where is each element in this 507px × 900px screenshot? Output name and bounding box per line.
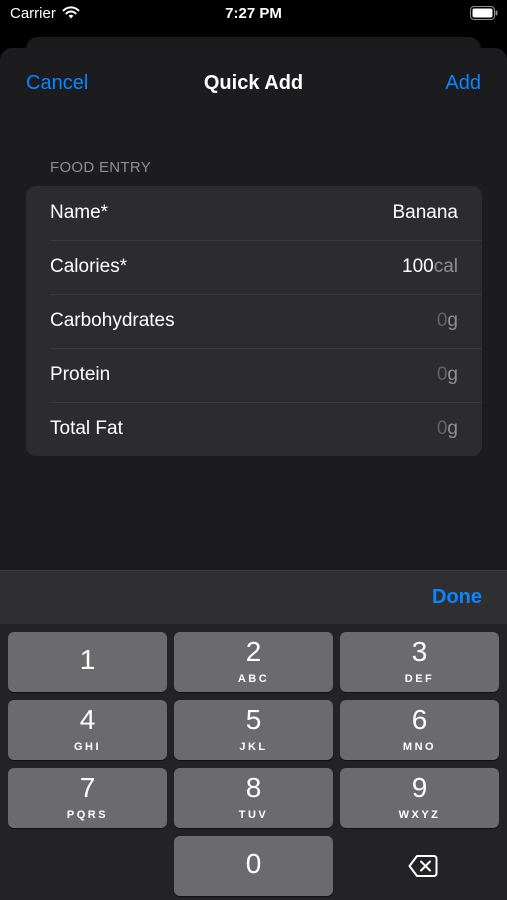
number-keyboard: Done 1 2 ABC 3 DEF 4 GHI 5 JKL 6 MNO 7 P… xyxy=(0,570,507,900)
key-digit: 6 xyxy=(411,704,428,735)
delete-backspace-icon xyxy=(408,855,438,877)
key-letters: JKL xyxy=(239,741,268,753)
carbohydrates-unit: g xyxy=(447,310,458,331)
key-6[interactable]: 6 MNO xyxy=(340,700,499,760)
clock: 7:27 PM xyxy=(225,5,282,22)
calories-value: 100 xyxy=(402,256,434,277)
carbohydrates-row[interactable]: Carbohydrates 0g xyxy=(26,294,482,348)
protein-unit: g xyxy=(447,364,458,385)
total-fat-unit: g xyxy=(447,418,458,439)
keyboard-accessory-bar: Done xyxy=(0,570,507,624)
calories-field[interactable]: 100cal xyxy=(402,256,458,278)
protein-row[interactable]: Protein 0g xyxy=(26,348,482,402)
battery-icon xyxy=(470,6,498,20)
name-row[interactable]: Name* Banana xyxy=(26,186,482,240)
status-bar: Carrier 7:27 PM xyxy=(0,0,507,30)
carbohydrates-placeholder: 0 xyxy=(436,310,448,331)
navigation-bar: Cancel Quick Add Add xyxy=(0,48,507,120)
key-digit: 1 xyxy=(79,644,96,675)
total-fat-label: Total Fat xyxy=(50,418,123,439)
name-label: Name* xyxy=(50,202,109,223)
calories-unit: cal xyxy=(433,256,458,277)
carbohydrates-label: Carbohydrates xyxy=(50,310,175,331)
total-fat-row[interactable]: Total Fat 0g xyxy=(26,402,482,456)
total-fat-field[interactable]: 0g xyxy=(437,418,458,440)
key-8[interactable]: 8 TUV xyxy=(174,768,333,828)
key-9[interactable]: 9 WXYZ xyxy=(340,768,499,828)
key-4[interactable]: 4 GHI xyxy=(8,700,167,760)
total-fat-placeholder: 0 xyxy=(436,418,448,439)
done-button[interactable]: Done xyxy=(432,586,482,609)
screen: Carrier 7:27 PM Cancel Quick Add Add FOO… xyxy=(0,0,507,900)
key-digit: 5 xyxy=(245,704,262,735)
key-letters: TUV xyxy=(238,809,269,821)
key-5[interactable]: 5 JKL xyxy=(174,700,333,760)
key-7[interactable]: 7 PQRS xyxy=(8,768,167,828)
delete-key[interactable] xyxy=(340,836,499,896)
key-digit: 8 xyxy=(245,772,262,803)
key-digit: 0 xyxy=(245,848,262,879)
key-letters: GHI xyxy=(73,741,102,753)
name-field[interactable]: Banana xyxy=(392,202,458,224)
page-title: Quick Add xyxy=(203,72,304,94)
key-letters: WXYZ xyxy=(398,809,441,821)
protein-placeholder: 0 xyxy=(436,364,448,385)
key-digit: 7 xyxy=(79,772,96,803)
food-entry-form: Name* Banana Calories* 100cal Carbohydra… xyxy=(26,186,482,456)
key-digit: 2 xyxy=(245,636,262,667)
key-letters: ABC xyxy=(237,673,270,685)
key-digit: 4 xyxy=(79,704,96,735)
name-value: Banana xyxy=(392,202,458,223)
add-button[interactable]: Add xyxy=(445,72,481,95)
key-3[interactable]: 3 DEF xyxy=(340,632,499,692)
key-2[interactable]: 2 ABC xyxy=(174,632,333,692)
keypad: 1 2 ABC 3 DEF 4 GHI 5 JKL 6 MNO 7 PQRS 8… xyxy=(0,624,507,900)
key-letters: PQRS xyxy=(66,809,109,821)
key-letters: MNO xyxy=(402,741,437,753)
calories-label: Calories* xyxy=(50,256,128,277)
key-0[interactable]: 0 xyxy=(174,836,333,896)
section-header: FOOD ENTRY xyxy=(50,159,152,176)
key-letters: DEF xyxy=(404,673,435,685)
protein-label: Protein xyxy=(50,364,111,385)
calories-row[interactable]: Calories* 100cal xyxy=(26,240,482,294)
key-digit: 9 xyxy=(411,772,428,803)
protein-field[interactable]: 0g xyxy=(437,364,458,386)
carbohydrates-field[interactable]: 0g xyxy=(437,310,458,332)
key-1[interactable]: 1 xyxy=(8,632,167,692)
key-digit: 3 xyxy=(411,636,428,667)
